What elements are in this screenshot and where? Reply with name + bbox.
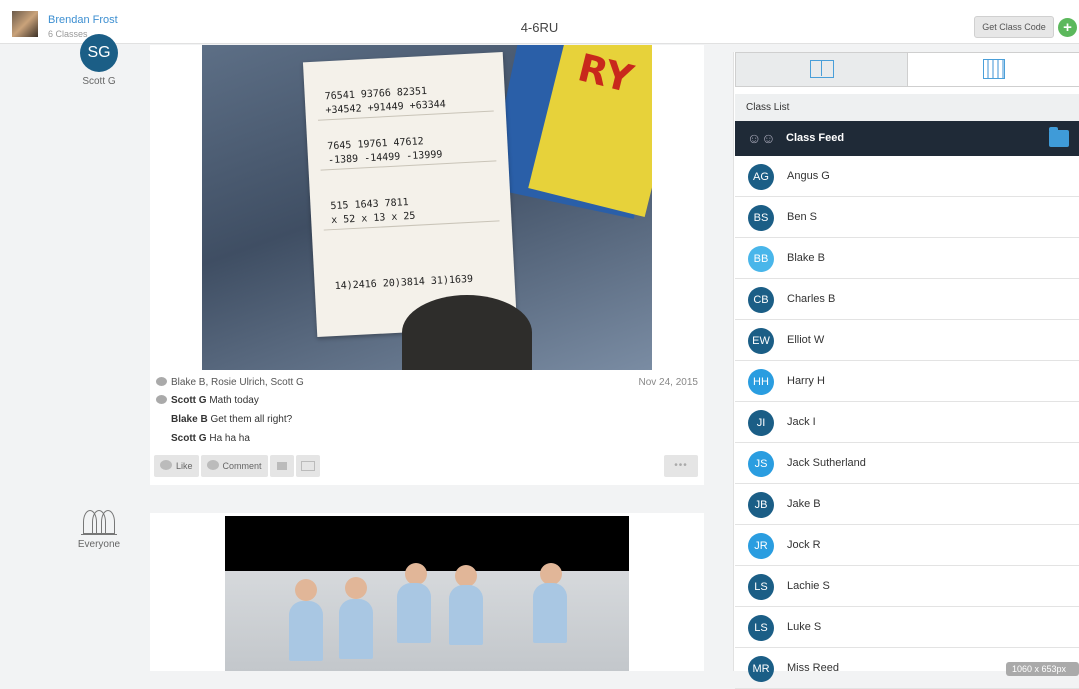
- class-sidebar: Class List ☺☺ Class Feed AG Angus G BS Ben …: [733, 52, 1079, 689]
- dimension-tag: 1060 x 653px: [1006, 662, 1079, 676]
- post-video[interactable]: [225, 516, 629, 671]
- post-author-avatar: SG: [80, 34, 118, 72]
- student-avatar: JR: [748, 533, 774, 559]
- post-card: [150, 513, 704, 671]
- student-name: Blake B: [787, 252, 825, 264]
- student-name: Harry H: [787, 375, 825, 387]
- class-feed-item[interactable]: ☺☺ Class Feed: [735, 121, 1079, 156]
- student-avatar: HH: [748, 369, 774, 395]
- post-likes[interactable]: Blake B, Rosie Ulrich, Scott G: [156, 377, 304, 388]
- student-row[interactable]: JI Jack I: [735, 402, 1079, 443]
- student-avatar: BB: [748, 246, 774, 272]
- student-name: Charles B: [787, 293, 836, 305]
- student-row[interactable]: BS Ben S: [735, 197, 1079, 238]
- student-name: Angus G: [787, 170, 830, 182]
- get-class-code-button[interactable]: Get Class Code: [974, 16, 1054, 38]
- student-avatar: LS: [748, 574, 774, 600]
- student-avatar: JI: [748, 410, 774, 436]
- folder-icon: [300, 461, 315, 471]
- view-toggle: [735, 52, 1079, 87]
- student-row[interactable]: LS Luke S: [735, 607, 1079, 648]
- student-name: Luke S: [787, 621, 822, 633]
- post-actions: Like Comment: [154, 455, 322, 479]
- comment-icon: [156, 395, 167, 404]
- student-row[interactable]: JS Jack Sutherland: [735, 443, 1079, 484]
- folder-icon[interactable]: [1049, 127, 1069, 147]
- student-avatar: JS: [748, 451, 774, 477]
- group-icon: ☺☺: [747, 130, 776, 146]
- student-row[interactable]: AG Angus G: [735, 156, 1079, 197]
- comment: Blake B Get them all right?: [171, 414, 293, 425]
- tab-calendar[interactable]: [908, 53, 1079, 86]
- like-button[interactable]: Like: [154, 455, 199, 477]
- student-name: Jack Sutherland: [787, 457, 866, 469]
- student-row[interactable]: LS Lachie S: [735, 566, 1079, 607]
- calendar-icon: [983, 59, 1005, 79]
- student-avatar: BS: [748, 205, 774, 231]
- post-date: Nov 24, 2015: [638, 377, 699, 388]
- top-bar: Brendan Frost 6 Classes 4-6RU Get Class …: [0, 0, 1079, 44]
- student-name: Jack I: [787, 416, 816, 428]
- book-icon: [809, 60, 834, 78]
- student-name: Jake B: [787, 498, 821, 510]
- student-row[interactable]: BB Blake B: [735, 238, 1079, 279]
- post-author[interactable]: Everyone: [72, 507, 126, 550]
- student-avatar: JB: [748, 492, 774, 518]
- student-name: Lachie S: [787, 580, 830, 592]
- heart-icon: [156, 377, 167, 386]
- student-avatar: AG: [748, 164, 774, 190]
- post-author[interactable]: SG Scott G: [80, 34, 118, 87]
- student-row[interactable]: HH Harry H: [735, 361, 1079, 402]
- class-title: 4-6RU: [520, 20, 559, 35]
- tab-class-list[interactable]: [736, 53, 908, 86]
- folder-button[interactable]: [295, 455, 320, 477]
- student-name: Ben S: [787, 211, 817, 223]
- student-avatar: LS: [748, 615, 774, 641]
- student-avatar: MR: [748, 656, 774, 682]
- student-name: Elliot W: [787, 334, 825, 346]
- student-avatar: EW: [748, 328, 774, 354]
- post-photo[interactable]: RY 76541 93766 82351 +34542 +91449 +6334…: [202, 45, 652, 370]
- student-row[interactable]: JB Jake B: [735, 484, 1079, 525]
- heart-icon: [160, 460, 172, 470]
- flag-icon: [276, 462, 287, 470]
- student-row[interactable]: EW Elliot W: [735, 320, 1079, 361]
- comment: Scott G Ha ha ha: [171, 433, 250, 444]
- student-row[interactable]: CB Charles B: [735, 279, 1079, 320]
- student-row[interactable]: JR Jock R: [735, 525, 1079, 566]
- class-list-header: Class List: [735, 94, 1079, 121]
- post-author-name: Everyone: [77, 539, 121, 550]
- more-options-button[interactable]: •••: [664, 455, 698, 477]
- post-card: RY 76541 93766 82351 +34542 +91449 +6334…: [150, 45, 704, 485]
- post-author-name: Scott G: [82, 76, 116, 87]
- student-name: Miss Reed: [787, 662, 839, 674]
- comment: Scott G Math today: [156, 395, 259, 406]
- student-name: Jock R: [787, 539, 821, 551]
- student-avatar: CB: [748, 287, 774, 313]
- group-icon: [81, 507, 117, 535]
- class-feed-label: Class Feed: [786, 132, 845, 144]
- comment-icon: [206, 460, 219, 470]
- plus-icon[interactable]: +: [1058, 18, 1077, 37]
- flag-button[interactable]: [269, 455, 294, 477]
- comment-button[interactable]: Comment: [200, 455, 268, 477]
